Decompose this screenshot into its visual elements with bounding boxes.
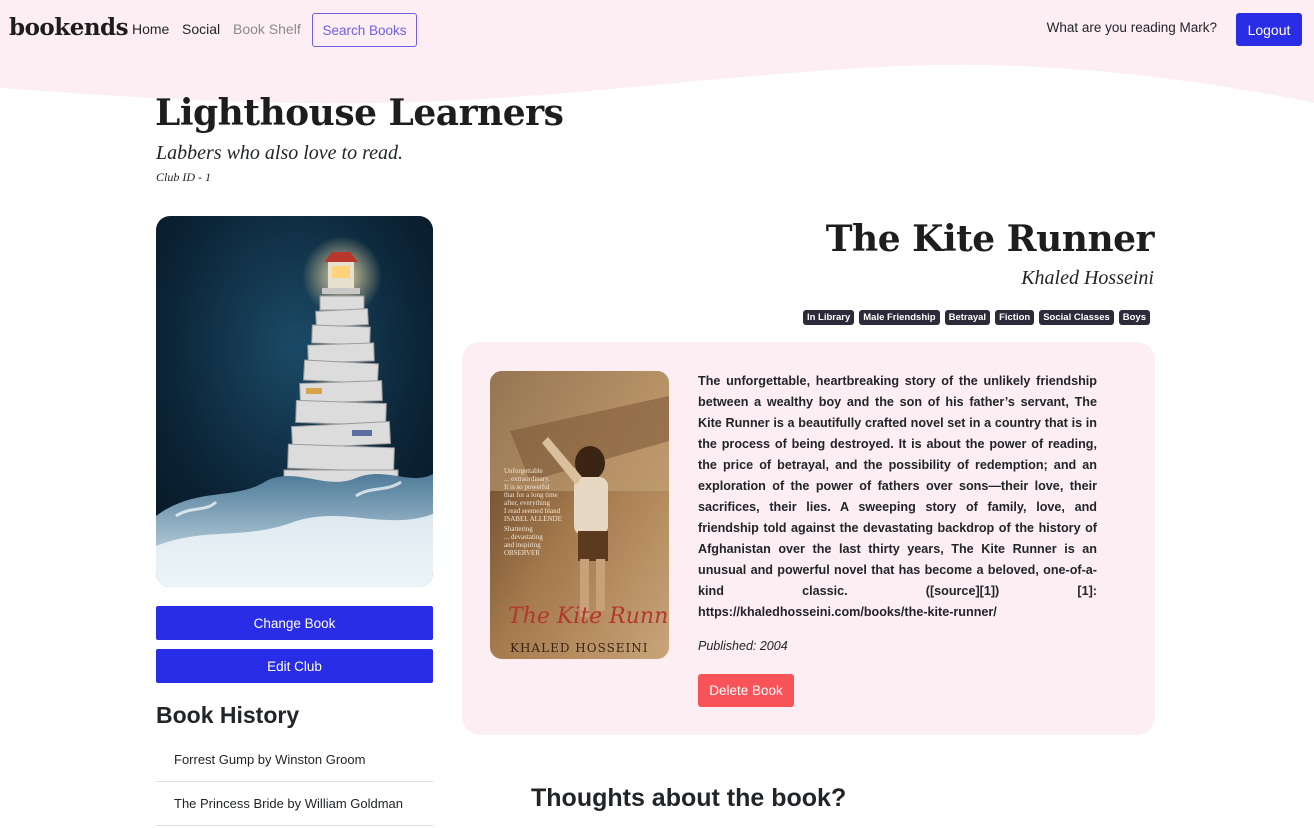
user-greeting: What are you reading Mark? xyxy=(1046,20,1217,35)
nav-home-link[interactable]: Home xyxy=(132,21,169,37)
edit-club-button[interactable]: Edit Club xyxy=(156,649,433,683)
cover-author: KHALED HOSSEINI xyxy=(510,641,649,655)
search-books-button[interactable]: Search Books xyxy=(312,13,417,47)
cover-title: The Kite Runner xyxy=(508,604,669,629)
top-navbar: bookends Home Social Book Shelf Search B… xyxy=(0,0,1314,60)
change-book-button[interactable]: Change Book xyxy=(156,606,433,640)
delete-book-button[interactable]: Delete Book xyxy=(698,674,794,707)
brand-logo[interactable]: bookends xyxy=(9,14,129,41)
club-tagline: Labbers who also love to read. xyxy=(156,142,404,164)
book-cover-image: Unforgettable ... extraordinary. It is s… xyxy=(490,371,669,659)
book-author: Khaled Hosseini xyxy=(1021,267,1154,289)
book-description: The unforgettable, heartbreaking story o… xyxy=(698,374,1097,619)
tag-badge: Social Classes xyxy=(1039,310,1114,325)
tag-badge: Boys xyxy=(1118,310,1150,325)
book-history-list: Forrest Gump by Winston Groom The Prince… xyxy=(156,738,433,826)
tag-badge: In Library xyxy=(802,310,855,325)
thoughts-heading: Thoughts about the book? xyxy=(531,784,847,812)
club-id: Club ID - 1 xyxy=(156,170,211,184)
book-title: The Kite Runner xyxy=(825,218,1155,260)
book-tags: In Library Male Friendship Betrayal Fict… xyxy=(802,310,1150,325)
history-list-item[interactable]: The Princess Bride by William Goldman xyxy=(156,782,433,826)
nav-book-shelf-link[interactable]: Book Shelf xyxy=(233,21,301,37)
tag-badge: Betrayal xyxy=(944,310,991,325)
club-image-lighthouse xyxy=(156,216,433,587)
tag-badge: Fiction xyxy=(995,310,1035,325)
nav-social-link[interactable]: Social xyxy=(182,21,220,37)
club-title: Lighthouse Learners xyxy=(155,92,564,134)
tag-badge: Male Friendship xyxy=(859,310,940,325)
book-details-card: Unforgettable ... extraordinary. It is s… xyxy=(462,342,1155,735)
history-list-item[interactable]: Forrest Gump by Winston Groom xyxy=(156,738,433,782)
published-year: Published: 2004 xyxy=(698,639,788,653)
book-history-heading: Book History xyxy=(156,702,300,728)
logout-button[interactable]: Logout xyxy=(1236,13,1302,46)
